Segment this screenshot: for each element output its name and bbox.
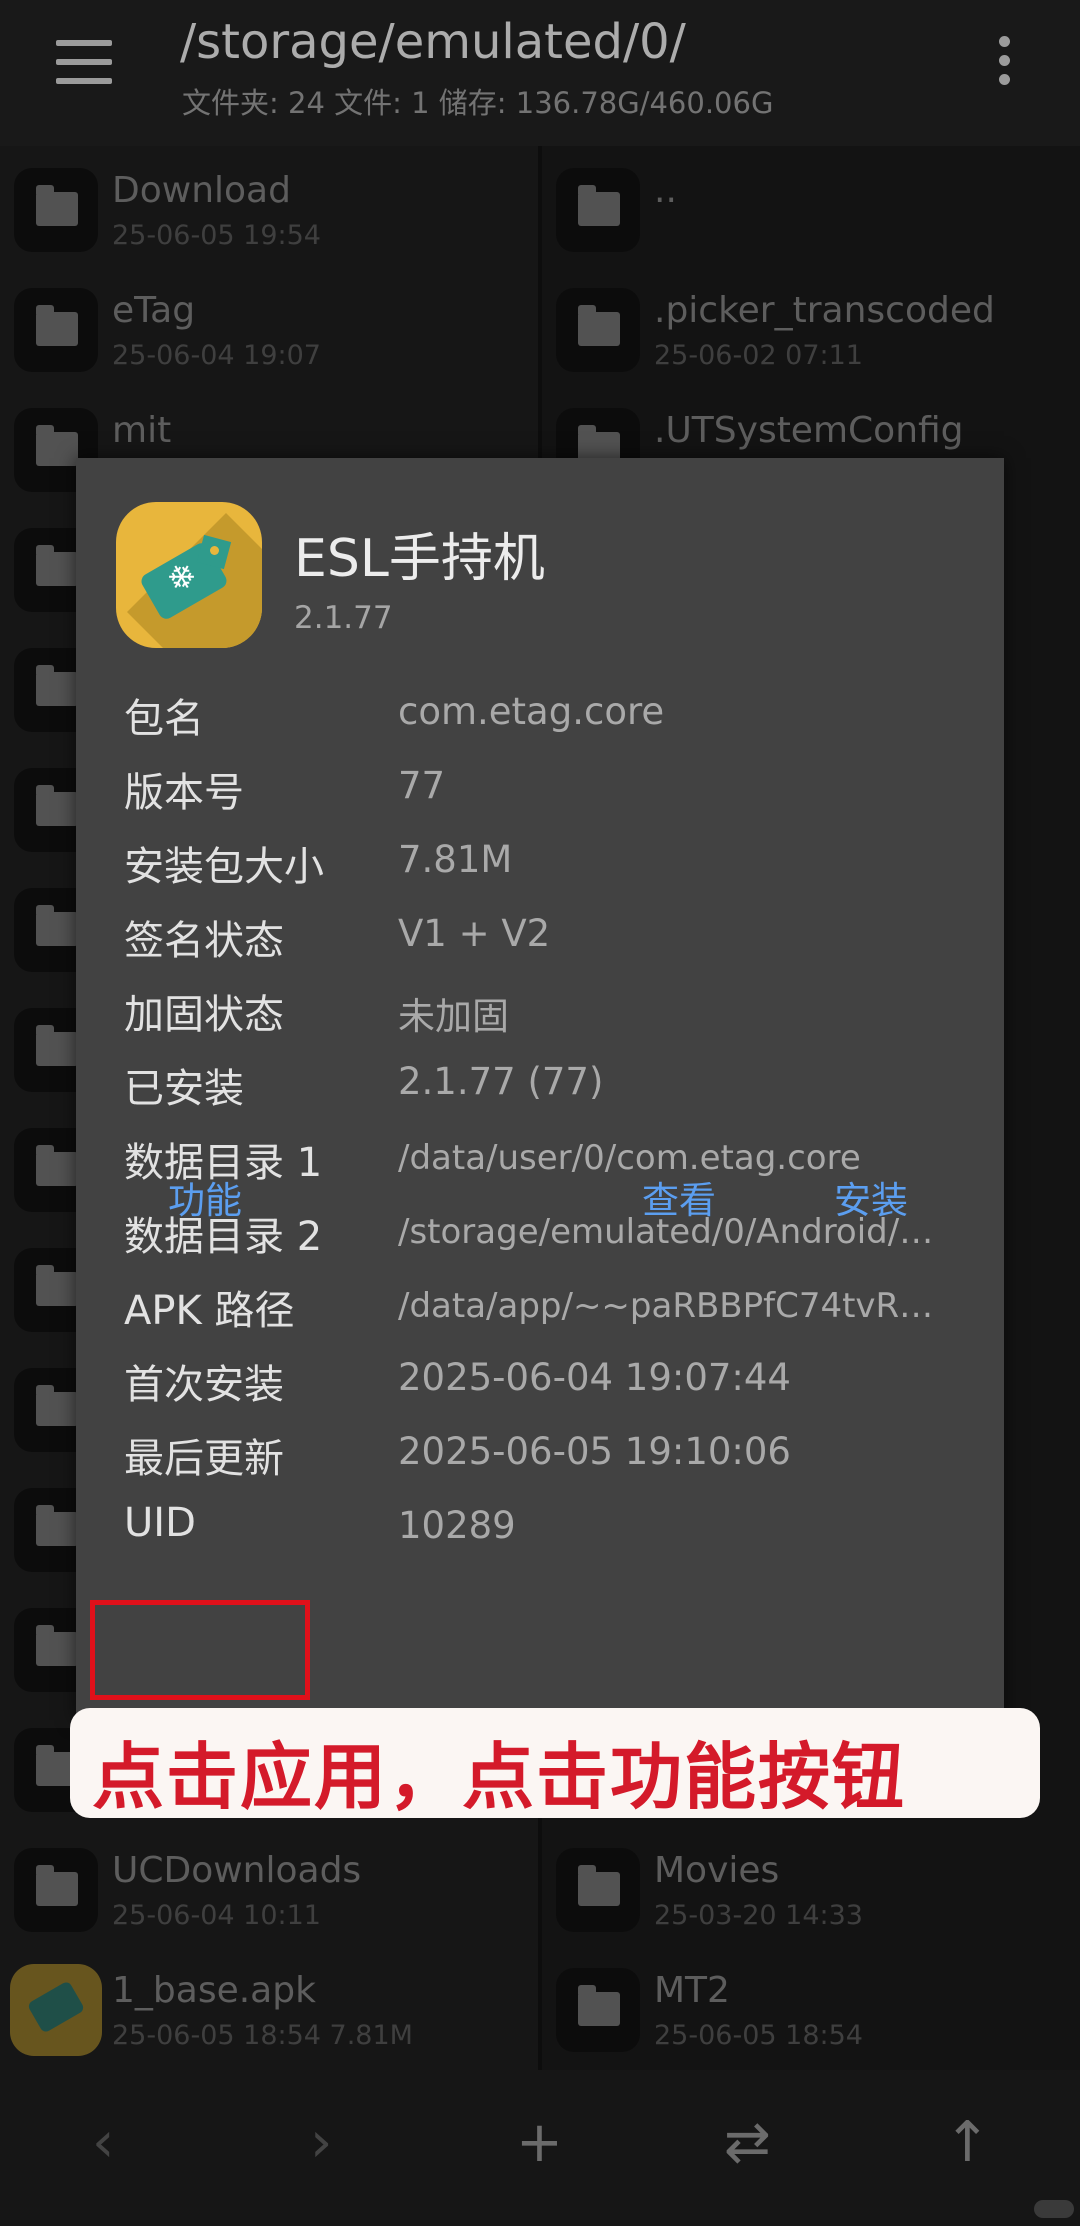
info-label: 版本号 bbox=[124, 770, 244, 816]
function-button[interactable]: 功能 bbox=[168, 1170, 242, 1224]
app-icon: ❄ bbox=[116, 502, 262, 648]
info-row-uid: UID 10289 bbox=[124, 1500, 984, 1560]
info-label: 安装包大小 bbox=[124, 844, 324, 890]
info-label: 包名 bbox=[124, 696, 204, 742]
info-row-apk-path: APK 路径 /data/app/~~paRBBPfC74tvR… bbox=[124, 1278, 984, 1338]
info-label: 首次安装 bbox=[124, 1362, 284, 1408]
info-value: com.etag.core bbox=[398, 690, 665, 733]
info-row-signature: 签名状态 V1 + V2 bbox=[124, 908, 984, 968]
info-value: 10289 bbox=[398, 1504, 516, 1547]
info-row-version-code: 版本号 77 bbox=[124, 760, 984, 820]
info-value: 2.1.77 (77) bbox=[398, 1060, 604, 1103]
info-label: 加固状态 bbox=[124, 992, 284, 1038]
info-value: 未加固 bbox=[398, 995, 509, 1038]
info-value: 2025-06-04 19:07:44 bbox=[398, 1356, 791, 1399]
instruction-callout: 点击应用，点击功能按钮 bbox=[70, 1708, 1040, 1819]
function-button-highlight bbox=[90, 1600, 310, 1700]
info-value: 7.81M bbox=[398, 838, 513, 881]
apk-info-dialog: ❄ ESL手持机 2.1.77 包名 com.etag.core 版本号 77 … bbox=[76, 458, 1004, 1720]
app-version: 2.1.77 bbox=[294, 600, 393, 636]
info-value: 2025-06-05 19:10:06 bbox=[398, 1430, 791, 1473]
info-label: APK 路径 bbox=[124, 1288, 295, 1334]
info-row-installed: 已安装 2.1.77 (77) bbox=[124, 1056, 984, 1116]
callout-text: 点击应用，点击功能按钮 bbox=[92, 1735, 907, 1819]
info-row-size: 安装包大小 7.81M bbox=[124, 834, 984, 894]
info-row-hardening: 加固状态 未加固 bbox=[124, 982, 984, 1042]
install-button[interactable]: 安装 bbox=[834, 1170, 908, 1224]
info-row-package: 包名 com.etag.core bbox=[124, 686, 984, 746]
info-row-last-update: 最后更新 2025-06-05 19:10:06 bbox=[124, 1426, 984, 1486]
info-label: 已安装 bbox=[124, 1066, 244, 1112]
info-label: 最后更新 bbox=[124, 1436, 284, 1482]
watermark-badge bbox=[1034, 2200, 1074, 2218]
view-button[interactable]: 查看 bbox=[642, 1170, 716, 1224]
info-value: V1 + V2 bbox=[398, 912, 551, 955]
info-label: UID bbox=[124, 1500, 196, 1546]
info-label: 签名状态 bbox=[124, 918, 284, 964]
info-value: 77 bbox=[398, 764, 446, 807]
info-row-first-install: 首次安装 2025-06-04 19:07:44 bbox=[124, 1352, 984, 1412]
info-value[interactable]: /data/app/~~paRBBPfC74tvR… bbox=[398, 1286, 938, 1326]
app-name: ESL手持机 bbox=[294, 529, 545, 589]
